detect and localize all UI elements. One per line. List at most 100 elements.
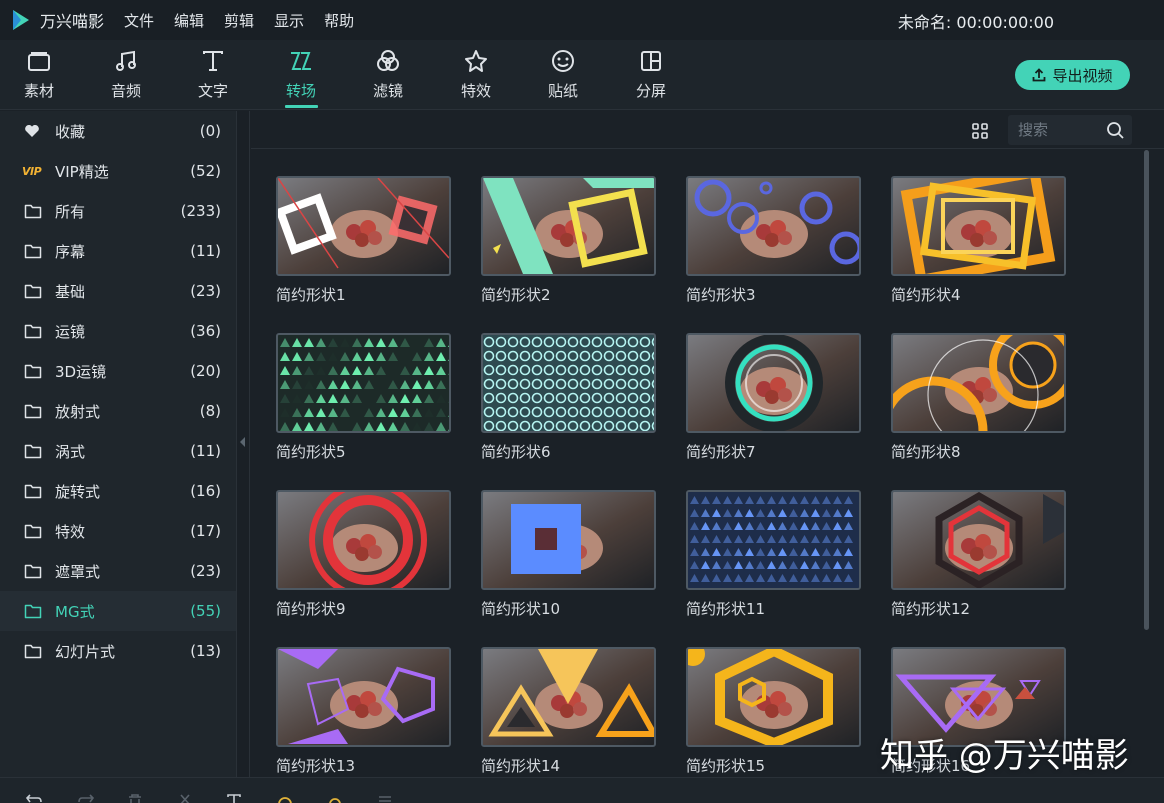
transition-label: 简约形状2 (481, 286, 551, 304)
transition-card[interactable]: 简约形状8 (891, 333, 1066, 468)
search-input[interactable] (1018, 119, 1098, 141)
transition-card[interactable]: 简约形状5 (276, 333, 451, 468)
transition-card[interactable]: 简约形状13 (276, 647, 451, 782)
transition-card[interactable]: 简约形状11 (686, 490, 861, 625)
sidebar-item-4[interactable]: 基础 (23) (0, 271, 236, 311)
transition-thumbnail[interactable] (276, 490, 451, 590)
transition-card[interactable]: 简约形状14 (481, 647, 656, 782)
menu-edit[interactable]: 编辑 (174, 10, 204, 31)
sidebar-item-1[interactable]: VIP VIP精选 (52) (0, 151, 236, 191)
transition-thumbnail[interactable] (276, 176, 451, 276)
sidebar-item-count: (52) (190, 162, 221, 180)
transition-thumbnail[interactable] (686, 176, 861, 276)
cut-icon[interactable] (175, 791, 195, 803)
audio-adjust-icon[interactable] (375, 791, 395, 803)
sidebar-item-0[interactable]: 收藏 (0) (0, 111, 236, 151)
sidebar-item-count: (36) (190, 322, 221, 340)
sidebar-item-9[interactable]: 旋转式 (16) (0, 471, 236, 511)
transition-thumbnail[interactable] (686, 490, 861, 590)
sidebar-item-count: (23) (190, 282, 221, 300)
vertical-scrollbar[interactable] (1144, 150, 1149, 630)
transition-card[interactable]: 简约形状2 (481, 176, 656, 311)
transition-label: 简约形状6 (481, 443, 551, 461)
transition-thumbnail[interactable] (481, 490, 656, 590)
tab-transition[interactable]: 转场 (271, 40, 331, 110)
tab-media[interactable]: 素材 (9, 40, 69, 110)
transition-thumbnail[interactable] (481, 647, 656, 747)
transition-icon (287, 47, 315, 75)
transition-label: 简约形状3 (686, 286, 756, 304)
split-screen-icon (637, 47, 665, 75)
sidebar-item-5[interactable]: 运镜 (36) (0, 311, 236, 351)
collapse-sidebar-icon[interactable] (240, 437, 245, 447)
library-header (251, 111, 1164, 149)
export-video-label: 导出视频 (1052, 66, 1113, 85)
app-logo-icon (8, 7, 34, 33)
tab-audio[interactable]: 音频 (96, 40, 156, 110)
tab-filter[interactable]: 滤镜 (358, 40, 418, 110)
delete-icon[interactable] (125, 791, 145, 803)
transition-label: 简约形状8 (891, 443, 961, 461)
export-video-button[interactable]: 导出视频 (1015, 60, 1130, 90)
tab-stickers[interactable]: 贴纸 (533, 40, 593, 110)
tab-text[interactable]: 文字 (183, 40, 243, 110)
sidebar-item-label: VIP精选 (55, 162, 109, 181)
transition-thumbnail[interactable] (276, 647, 451, 747)
sidebar-item-2[interactable]: 所有 (233) (0, 191, 236, 231)
text-tool-icon[interactable] (224, 791, 244, 803)
transition-thumbnail[interactable] (686, 333, 861, 433)
sidebar-item-12[interactable]: MG式 (55) (0, 591, 236, 631)
transition-label: 简约形状9 (276, 600, 346, 618)
menu-file[interactable]: 文件 (124, 10, 154, 31)
sidebar-item-count: (11) (190, 442, 221, 460)
transition-card[interactable]: 简约形状1 (276, 176, 451, 311)
filter-icon (374, 47, 402, 75)
transition-card[interactable]: 简约形状10 (481, 490, 656, 625)
menu-clip[interactable]: 剪辑 (224, 10, 254, 31)
transition-card[interactable]: 简约形状15 (686, 647, 861, 782)
transition-card[interactable]: 简约形状3 (686, 176, 861, 311)
music-note-icon (112, 47, 140, 75)
vip-icon: VIP (22, 164, 42, 178)
tab-split-screen[interactable]: 分屏 (621, 40, 681, 110)
sidebar-item-7[interactable]: 放射式 (8) (0, 391, 236, 431)
transition-thumbnail[interactable] (481, 333, 656, 433)
sidebar-item-label: MG式 (55, 602, 95, 621)
timeline-toolbar (0, 777, 1164, 803)
sidebar-item-13[interactable]: 幻灯片式 (13) (0, 631, 236, 671)
sidebar-item-8[interactable]: 涡式 (11) (0, 431, 236, 471)
sidebar-item-11[interactable]: 遮罩式 (23) (0, 551, 236, 591)
tab-effects[interactable]: 特效 (446, 40, 506, 110)
sidebar-item-6[interactable]: 3D运镜 (20) (0, 351, 236, 391)
folder-icon (24, 242, 42, 260)
sidebar-item-label: 旋转式 (55, 482, 101, 501)
transition-card[interactable]: 简约形状6 (481, 333, 656, 468)
sidebar-item-label: 涡式 (55, 442, 86, 461)
sidebar-item-10[interactable]: 特效 (17) (0, 511, 236, 551)
sidebar-item-label: 序幕 (55, 242, 86, 261)
menu-view[interactable]: 显示 (274, 10, 304, 31)
sidebar-item-label: 运镜 (55, 322, 86, 341)
transition-label: 简约形状7 (686, 443, 756, 461)
transition-card[interactable]: 简约形状9 (276, 490, 451, 625)
search-icon[interactable] (1106, 121, 1125, 140)
redo-icon[interactable] (76, 791, 96, 803)
transition-card[interactable]: 简约形状7 (686, 333, 861, 468)
color-icon[interactable] (325, 791, 345, 803)
grid-view-icon[interactable] (971, 122, 989, 140)
menu-help[interactable]: 帮助 (324, 10, 354, 31)
transition-thumbnail[interactable] (891, 490, 1066, 590)
speed-icon[interactable] (275, 791, 295, 803)
transition-card[interactable]: 简约形状12 (891, 490, 1066, 625)
transition-label: 简约形状5 (276, 443, 346, 461)
transition-thumbnail[interactable] (891, 176, 1066, 276)
sidebar-item-label: 基础 (55, 282, 86, 301)
sidebar-item-3[interactable]: 序幕 (11) (0, 231, 236, 271)
transition-card[interactable]: 简约形状4 (891, 176, 1066, 311)
transition-thumbnail[interactable] (276, 333, 451, 433)
transition-thumbnail[interactable] (481, 176, 656, 276)
undo-icon[interactable] (24, 791, 44, 803)
transition-thumbnail[interactable] (891, 333, 1066, 433)
transition-thumbnail[interactable] (686, 647, 861, 747)
app-window: 万兴喵影 文件 编辑 剪辑 显示 帮助 未命名: 00:00:00:00 素材 … (0, 0, 1164, 803)
